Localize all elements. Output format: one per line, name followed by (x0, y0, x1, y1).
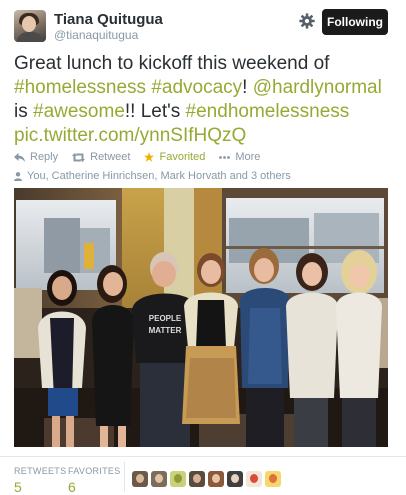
tweet-actions: Reply Retweet Favorited More (14, 150, 274, 164)
tweet-text-segment: ! (242, 77, 253, 98)
avatar-1[interactable] (132, 471, 148, 487)
avatar-6[interactable] (227, 471, 243, 487)
avatar-face (212, 474, 220, 483)
more-label: More (235, 151, 261, 163)
person-icon (14, 171, 22, 181)
retweet-button[interactable]: Retweet (72, 151, 130, 163)
hashtag-link[interactable]: #awesome (33, 101, 125, 122)
avatar-face (193, 474, 201, 483)
avatar-face (231, 474, 239, 483)
hashtag-link[interactable]: #endhomelessness (186, 101, 350, 122)
svg-text:PEOPLE: PEOPLE (149, 314, 182, 323)
avatar-face (155, 474, 163, 483)
retweets-count: 5 (14, 479, 22, 495)
retweet-label: Retweet (90, 151, 131, 163)
tweet-text-segment: !! Let's (124, 101, 186, 122)
favorite-label: Favorited (159, 151, 206, 163)
tweet-card: Tiana Quitugua @tianaquitugua Following … (0, 0, 406, 495)
avatar-4[interactable] (189, 471, 205, 487)
retweets-stat[interactable]: RETWEETS 5 (14, 466, 66, 495)
favorited-by[interactable]: You, Catherine Hinrichsen, Mark Horvath … (14, 170, 291, 182)
favorited-by-text: You, Catherine Hinrichsen, Mark Horvath … (27, 170, 291, 182)
favorites-count: 6 (68, 479, 76, 495)
avatar-3[interactable] (170, 471, 186, 487)
tweet-text: Great lunch to kickoff this weekend of #… (14, 52, 398, 148)
avatar-face (250, 474, 258, 483)
reply-label: Reply (30, 151, 59, 163)
avatar-8[interactable] (265, 471, 281, 487)
reply-button[interactable]: Reply (14, 151, 58, 163)
retweet-icon (72, 152, 86, 162)
favorite-button[interactable]: Favorited (144, 151, 205, 163)
photo-link[interactable]: pic.twitter.com/ynnSIfHQzQ (14, 125, 246, 146)
star-icon (144, 152, 155, 162)
divider (0, 456, 406, 457)
favorites-label: FAVORITES (68, 466, 121, 476)
user-display-name[interactable]: Tiana Quitugua (54, 11, 163, 28)
mention-link[interactable]: @hardlynormal (253, 77, 382, 98)
avatar-face (269, 474, 277, 483)
stats-separator (124, 462, 125, 492)
gear-icon[interactable] (298, 12, 316, 30)
avatar-5[interactable] (208, 471, 224, 487)
more-icon (219, 155, 231, 159)
tweet-text-segment: is (14, 101, 33, 122)
favoriter-avatars (132, 471, 284, 487)
tweet-text-segment: Great lunch to kickoff this weekend of (14, 53, 330, 74)
user-handle[interactable]: @tianaquitugua (54, 28, 138, 42)
tweet-photo[interactable]: PEOPLE MATTER (14, 188, 388, 447)
svg-text:MATTER: MATTER (149, 326, 182, 335)
avatar-2[interactable] (151, 471, 167, 487)
more-button[interactable]: More (219, 151, 260, 163)
avatar-7[interactable] (246, 471, 262, 487)
hashtag-link[interactable]: #homelessness (14, 77, 146, 98)
favorites-stat[interactable]: FAVORITES 6 (68, 466, 121, 495)
hashtag-link[interactable]: #advocacy (151, 77, 242, 98)
reply-icon (14, 152, 25, 162)
user-avatar[interactable] (14, 10, 46, 42)
avatar-face (136, 474, 144, 483)
avatar-face (174, 474, 182, 483)
retweets-label: RETWEETS (14, 466, 67, 476)
following-button[interactable]: Following (322, 9, 388, 35)
